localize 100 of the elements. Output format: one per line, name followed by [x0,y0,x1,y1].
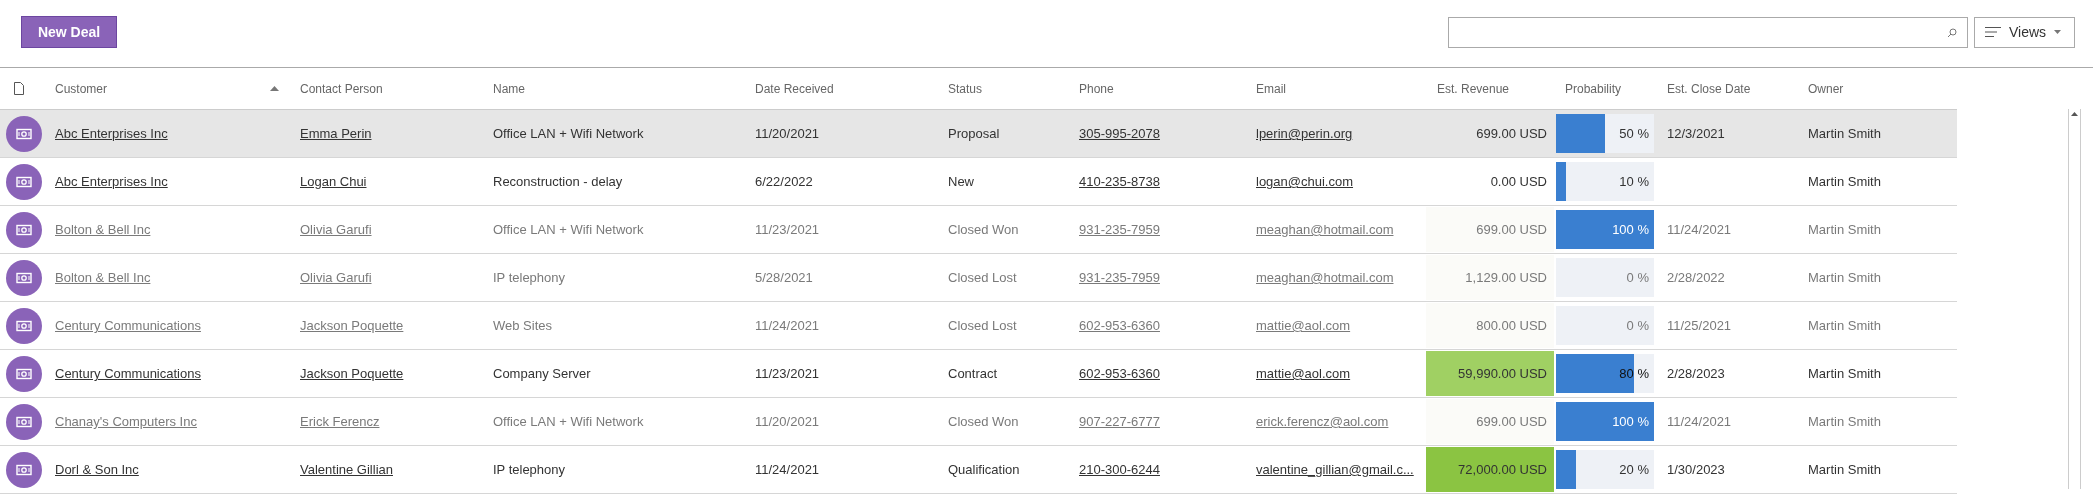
date-received: 11/23/2021 [754,365,821,383]
deal-name: IP telephony [492,269,567,287]
email-link[interactable]: mattie@aol.com [1256,318,1351,333]
customer-link[interactable]: Abc Enterprises Inc [55,126,168,141]
owner-name: Martin Smith [1807,269,1882,287]
scroll-up-icon[interactable] [2071,112,2078,116]
table-row[interactable]: Bolton & Bell Inc Olivia Garufi IP telephony 5/28/2021 Closed Lost 931-235-7959 meaghan@hotmail.com 1,129.00 USD 0 % 2/28/2022 Martin Smith [0,254,1957,302]
email-link[interactable]: erick.ferencz@aol.com [1256,414,1389,429]
close-date: 1/30/2023 [1666,461,1726,479]
phone-link[interactable]: 410-235-8738 [1079,174,1160,189]
column-header[interactable]: Owner [1797,81,1957,96]
customer-link[interactable]: Abc Enterprises Inc [55,174,168,189]
contact-link[interactable]: Logan Chui [300,174,367,189]
owner-name: Martin Smith [1807,413,1882,431]
column-header[interactable]: Probability [1554,81,1656,96]
customer-link[interactable]: Bolton & Bell Inc [55,270,151,285]
column-header[interactable]: Est. Close Date [1656,81,1797,96]
views-button[interactable]: Views [1974,16,2075,48]
contact-link[interactable]: Valentine Gillian [300,462,393,477]
date-received: 11/24/2021 [754,317,821,335]
customer-link[interactable]: Century Communications [55,318,201,333]
deal-name: Office LAN + Wifi Network [492,413,645,431]
date-received: 5/28/2021 [754,269,814,287]
money-icon [6,307,42,344]
column-header[interactable]: Status [937,81,1068,96]
probability-value: 10 % [1619,174,1649,189]
revenue-cell: 699.00 USD [1426,399,1554,444]
contact-link[interactable]: Erick Ferencz [300,414,380,429]
contact-link[interactable]: Olivia Garufi [300,270,372,285]
revenue-cell: 59,990.00 USD [1426,351,1554,396]
column-header[interactable]: Customer [44,81,289,96]
search-field[interactable] [1448,16,1968,48]
money-icon [6,163,42,200]
menu-icon [1985,27,2001,37]
deal-status: New [947,173,975,191]
deal-status: Closed Lost [947,317,1018,335]
customer-link[interactable]: Bolton & Bell Inc [55,222,151,237]
deal-name: Company Server [492,365,592,383]
scrollbar[interactable] [2068,109,2081,489]
table-row[interactable]: Abc Enterprises Inc Logan Chui Reconstruction - delay 6/22/2022 New 410-235-8738 logan@chui.com 0.00 USD 10 % Martin Smith [0,158,1957,206]
owner-name: Martin Smith [1807,221,1882,239]
money-icon [6,451,42,488]
table-row[interactable]: Chanay's Computers Inc Erick Ferencz Office LAN + Wifi Network 11/20/2021 Closed Won 907-227-6777 erick.ferencz@aol.com 699.00 USD 100 % 11/24/2021 Martin Smith [0,398,1957,446]
owner-name: Martin Smith [1807,365,1882,383]
contact-link[interactable]: Jackson Poquette [300,366,404,381]
money-icon [6,259,42,296]
revenue-cell-text: 699.00 USD [1475,125,1548,143]
email-link[interactable]: lperin@perin.org [1256,126,1353,141]
contact-link[interactable]: Jackson Poquette [300,318,404,333]
phone-link[interactable]: 907-227-6777 [1079,414,1160,429]
table-row[interactable]: Century Communications Jackson Poquette Company Server 11/23/2021 Contract 602-953-6360 mattie@aol.com 59,990.00 USD 80 % 2/28/2023 Martin Smith [0,350,1957,398]
email-link[interactable]: meaghan@hotmail.com [1256,222,1394,237]
column-header[interactable]: Contact Person [289,81,482,96]
email-link[interactable]: logan@chui.com [1256,174,1354,189]
new-deal-button[interactable]: New Deal [21,16,117,48]
table-row[interactable]: Bolton & Bell Inc Olivia Garufi Office LAN + Wifi Network 11/23/2021 Closed Won 931-235-7959 meaghan@hotmail.com 699.00 USD 100 % 11/24/2021 Martin Smith [0,206,1957,254]
contact-link[interactable]: Emma Perin [300,126,372,141]
caret-icon [2054,30,2062,34]
deal-status: Closed Won [947,413,1020,431]
close-date: 11/24/2021 [1666,413,1733,431]
close-date: 2/28/2023 [1666,365,1726,383]
phone-link[interactable]: 305-995-2078 [1079,126,1160,141]
probability-value: 80 % [1619,366,1649,381]
deal-status: Qualification [947,461,1021,479]
phone-link[interactable]: 602-953-6360 [1079,366,1160,381]
owner-name: Martin Smith [1807,317,1882,335]
table-row[interactable]: Century Communications Jackson Poquette Web Sites 11/24/2021 Closed Lost 602-953-6360 mattie@aol.com 800.00 USD 0 % 11/25/2021 Martin Smith [0,302,1957,350]
revenue-cell: 800.00 USD [1426,303,1554,348]
phone-link[interactable]: 210-300-6244 [1079,462,1160,477]
deal-name: Office LAN + Wifi Network [492,221,645,239]
column-header[interactable]: Email [1245,81,1426,96]
deal-name: Office LAN + Wifi Network [492,125,645,143]
owner-name: Martin Smith [1807,173,1882,191]
money-icon [6,211,42,248]
column-header[interactable]: Name [482,81,744,96]
money-icon [6,115,42,152]
probability-value: 0 % [1626,270,1649,285]
email-link[interactable]: mattie@aol.com [1256,366,1351,381]
contact-link[interactable]: Olivia Garufi [300,222,372,237]
column-header[interactable]: Est. Revenue [1426,81,1554,96]
customer-link[interactable]: Century Communications [55,366,201,381]
phone-link[interactable]: 931-235-7959 [1079,270,1160,285]
table-row[interactable]: Dorl & Son Inc Valentine Gillian IP telephony 11/24/2021 Qualification 210-300-6244 valentine_gillian@gmail.c... 72,000.00 USD 20 % 1/30/2023 Martin Smith [0,446,1957,494]
close-date: 12/3/2021 [1666,125,1726,143]
probability-value: 0 % [1626,318,1649,333]
column-header[interactable]: Phone [1068,81,1245,96]
email-link[interactable]: valentine_gillian@gmail.c... [1256,462,1414,477]
close-date: 11/25/2021 [1666,317,1733,335]
customer-link[interactable]: Chanay's Computers Inc [55,414,197,429]
phone-link[interactable]: 931-235-7959 [1079,222,1160,237]
close-date: 2/28/2022 [1666,269,1726,287]
column-header[interactable]: Date Received [744,81,937,96]
customer-link[interactable]: Dorl & Son Inc [55,462,139,477]
deal-name: Reconstruction - delay [492,173,624,191]
table-row[interactable]: Abc Enterprises Inc Emma Perin Office LAN + Wifi Network 11/20/2021 Proposal 305-995-2078 lperin@perin.org 699.00 USD 50 % 12/3/2021 Martin Smith [0,110,1957,158]
date-received: 6/22/2022 [754,173,814,191]
date-received: 11/24/2021 [754,461,821,479]
email-link[interactable]: meaghan@hotmail.com [1256,270,1394,285]
probability-value: 100 % [1612,222,1649,237]
phone-link[interactable]: 602-953-6360 [1079,318,1160,333]
